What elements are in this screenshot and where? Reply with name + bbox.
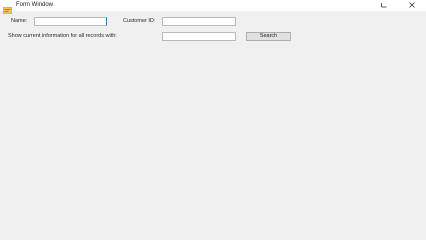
customer-id-label: Customer ID: (123, 18, 156, 24)
name-input[interactable] (34, 17, 107, 26)
search-criteria-label: Show current information for all records… (8, 33, 117, 39)
search-criteria-input[interactable] (162, 32, 236, 41)
form-app-icon (2, 1, 13, 15)
window-title: Form Window (16, 2, 54, 8)
name-label: Name: (11, 18, 28, 24)
minimize-icon (381, 3, 387, 8)
minimize-button[interactable] (377, 0, 391, 10)
app-window: Form Window Name: Customer ID: Show curr… (0, 0, 426, 240)
title-bar: Form Window (0, 0, 426, 15)
close-icon (409, 2, 415, 8)
customer-id-input[interactable] (162, 17, 236, 26)
search-button[interactable]: Search (246, 32, 291, 41)
close-button[interactable] (405, 0, 419, 10)
